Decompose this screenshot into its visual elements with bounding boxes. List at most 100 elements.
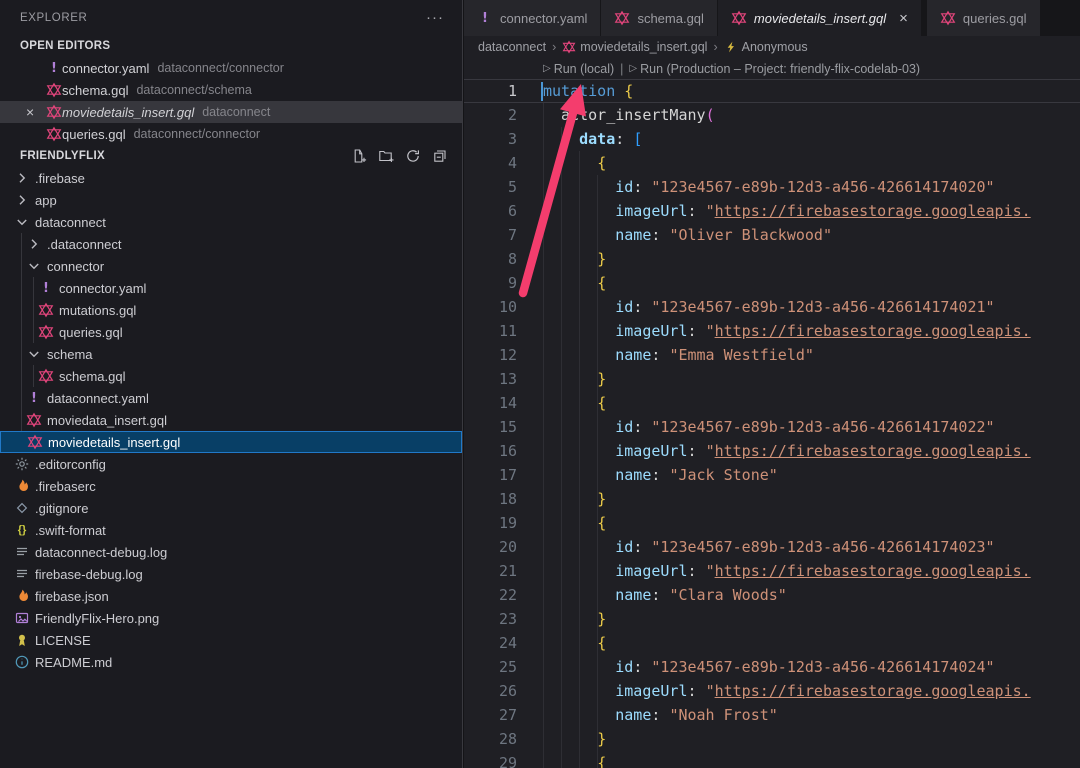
run-local-lens[interactable]: ▷Run (local): [543, 62, 614, 76]
code-line[interactable]: 23 }: [464, 607, 1080, 631]
file-name: schema.gql: [62, 83, 128, 98]
code-line[interactable]: 16 imageUrl: "https://firebasestorage.go…: [464, 439, 1080, 463]
line-number: 12: [464, 343, 517, 367]
tree-item-readme-md[interactable]: README.md: [0, 651, 462, 673]
code-line[interactable]: 17 name: "Jack Stone": [464, 463, 1080, 487]
graphql-icon: [562, 40, 576, 54]
tree-item-dataconnect[interactable]: dataconnect: [0, 211, 462, 233]
tree-item-firebase-json[interactable]: firebase.json: [0, 585, 462, 607]
chevron-down-icon: [4, 39, 18, 53]
code-text: {: [543, 751, 606, 768]
code-line[interactable]: 15 id: "123e4567-e89b-12d3-a456-42661417…: [464, 415, 1080, 439]
line-number: 22: [464, 583, 517, 607]
code-line[interactable]: 5 id: "123e4567-e89b-12d3-a456-426614174…: [464, 175, 1080, 199]
code-text: {: [543, 271, 606, 295]
new-file-icon[interactable]: [351, 148, 367, 164]
tree-item-firebaserc[interactable]: .firebaserc: [0, 475, 462, 497]
code-line[interactable]: 3 data: [: [464, 127, 1080, 151]
open-editor-moviedetails-insert-gql[interactable]: ×moviedetails_insert.gqldataconnect: [0, 101, 462, 123]
code-line[interactable]: 24 {: [464, 631, 1080, 655]
code-line[interactable]: 14 {: [464, 391, 1080, 415]
code-line[interactable]: 20 id: "123e4567-e89b-12d3-a456-42661417…: [464, 535, 1080, 559]
breadcrumb-item-moviedetails-insert-gql[interactable]: moviedetails_insert.gql: [562, 40, 707, 54]
code-line[interactable]: 4 {: [464, 151, 1080, 175]
workspace-section-header[interactable]: FRIENDLYFLIX: [0, 145, 462, 167]
tree-item-schema[interactable]: schema: [0, 343, 462, 365]
open-editor-schema-gql[interactable]: schema.gqldataconnect/schema: [0, 79, 462, 101]
collapse-all-icon[interactable]: [432, 148, 448, 164]
refresh-icon[interactable]: [405, 148, 421, 164]
tab-schema-gql[interactable]: schema.gql: [601, 0, 717, 36]
code-line[interactable]: 2 actor_insertMany(: [464, 103, 1080, 127]
code-line[interactable]: 21 imageUrl: "https://firebasestorage.go…: [464, 559, 1080, 583]
line-number: 10: [464, 295, 517, 319]
code-text: imageUrl: "https://firebasestorage.googl…: [543, 439, 1031, 463]
new-folder-icon[interactable]: [378, 148, 394, 164]
tree-item-moviedata-insert-gql[interactable]: moviedata_insert.gql: [0, 409, 462, 431]
tree-item-label: .editorconfig: [35, 457, 106, 472]
tree-item-connector[interactable]: connector: [0, 255, 462, 277]
workspace-label: FRIENDLYFLIX: [20, 150, 105, 162]
info-icon: [14, 654, 30, 670]
breadcrumb-separator: ›: [552, 40, 556, 54]
code-text: }: [543, 367, 606, 391]
code-line[interactable]: 26 imageUrl: "https://firebasestorage.go…: [464, 679, 1080, 703]
tree-item-schema-gql[interactable]: schema.gql: [0, 365, 462, 387]
tree-item-dataconnect-yaml[interactable]: !dataconnect.yaml: [0, 387, 462, 409]
tree-item-queries-gql[interactable]: queries.gql: [0, 321, 462, 343]
tree-item-friendlyflix-hero-png[interactable]: FriendlyFlix-Hero.png: [0, 607, 462, 629]
tree-item-dataconnect[interactable]: .dataconnect: [0, 233, 462, 255]
code-text: name: "Oliver Blackwood": [543, 223, 832, 247]
code-line[interactable]: 29 {: [464, 751, 1080, 768]
code-line[interactable]: 19 {: [464, 511, 1080, 535]
tree-item-firebase[interactable]: .firebase: [0, 167, 462, 189]
code-line[interactable]: 7 name: "Oliver Blackwood": [464, 223, 1080, 247]
explorer-sidebar: EXPLORER ··· OPEN EDITORS !connector.yam…: [0, 0, 463, 768]
code-line[interactable]: 18 }: [464, 487, 1080, 511]
tree-item-label: .dataconnect: [47, 237, 121, 252]
tree-item-moviedetails-insert-gql[interactable]: moviedetails_insert.gql: [0, 431, 462, 453]
code-line[interactable]: 11 imageUrl: "https://firebasestorage.go…: [464, 319, 1080, 343]
close-icon[interactable]: ×: [899, 11, 908, 26]
close-icon[interactable]: ×: [26, 101, 34, 123]
codelens: ▷Run (local) | ▷Run (Production – Projec…: [464, 58, 1080, 79]
file-path: dataconnect/connector: [157, 61, 283, 75]
tree-item-gitignore[interactable]: .gitignore: [0, 497, 462, 519]
code-line[interactable]: 1mutation {: [464, 79, 1080, 103]
breadcrumb-item-anonymous[interactable]: Anonymous: [724, 40, 808, 54]
tree-item-connector-yaml[interactable]: !connector.yaml: [0, 277, 462, 299]
open-editor-connector-yaml[interactable]: !connector.yamldataconnect/connector: [0, 57, 462, 79]
tree-item-mutations-gql[interactable]: mutations.gql: [0, 299, 462, 321]
tree-item-app[interactable]: app: [0, 189, 462, 211]
editor-area[interactable]: !connector.yamlschema.gqlmoviedetails_in…: [464, 0, 1080, 768]
code-line[interactable]: 28 }: [464, 727, 1080, 751]
line-number: 9: [464, 271, 517, 295]
tree-item-editorconfig[interactable]: .editorconfig: [0, 453, 462, 475]
code-line[interactable]: 6 imageUrl: "https://firebasestorage.goo…: [464, 199, 1080, 223]
tree-item-swift-format[interactable]: {}.swift-format: [0, 519, 462, 541]
code-line[interactable]: 25 id: "123e4567-e89b-12d3-a456-42661417…: [464, 655, 1080, 679]
open-editor-queries-gql[interactable]: queries.gqldataconnect/connector: [0, 123, 462, 145]
tree-item-dataconnect-debug-log[interactable]: dataconnect-debug.log: [0, 541, 462, 563]
tree-item-license[interactable]: LICENSE: [0, 629, 462, 651]
line-number: 28: [464, 727, 517, 751]
breadcrumb-item-dataconnect[interactable]: dataconnect: [478, 40, 546, 54]
more-actions-icon[interactable]: ···: [426, 9, 444, 26]
open-editors-section-header[interactable]: OPEN EDITORS: [0, 35, 462, 57]
code-line[interactable]: 9 {: [464, 271, 1080, 295]
tab-moviedetails-insert-gql[interactable]: moviedetails_insert.gql×: [718, 0, 922, 36]
code-line[interactable]: 12 name: "Emma Westfield": [464, 343, 1080, 367]
code-line[interactable]: 22 name: "Clara Woods": [464, 583, 1080, 607]
line-number: 17: [464, 463, 517, 487]
line-number: 18: [464, 487, 517, 511]
code-line[interactable]: 27 name: "Noah Frost": [464, 703, 1080, 727]
code-line[interactable]: 8 }: [464, 247, 1080, 271]
tree-item-firebase-debug-log[interactable]: firebase-debug.log: [0, 563, 462, 585]
braces-icon: {}: [14, 522, 30, 538]
code-text: {: [543, 151, 606, 175]
tab-queries-gql[interactable]: queries.gql: [927, 0, 1041, 36]
code-line[interactable]: 10 id: "123e4567-e89b-12d3-a456-42661417…: [464, 295, 1080, 319]
tab-connector-yaml[interactable]: !connector.yaml: [464, 0, 601, 36]
run-production-lens[interactable]: ▷Run (Production – Project: friendly-fli…: [629, 62, 920, 76]
code-line[interactable]: 13 }: [464, 367, 1080, 391]
